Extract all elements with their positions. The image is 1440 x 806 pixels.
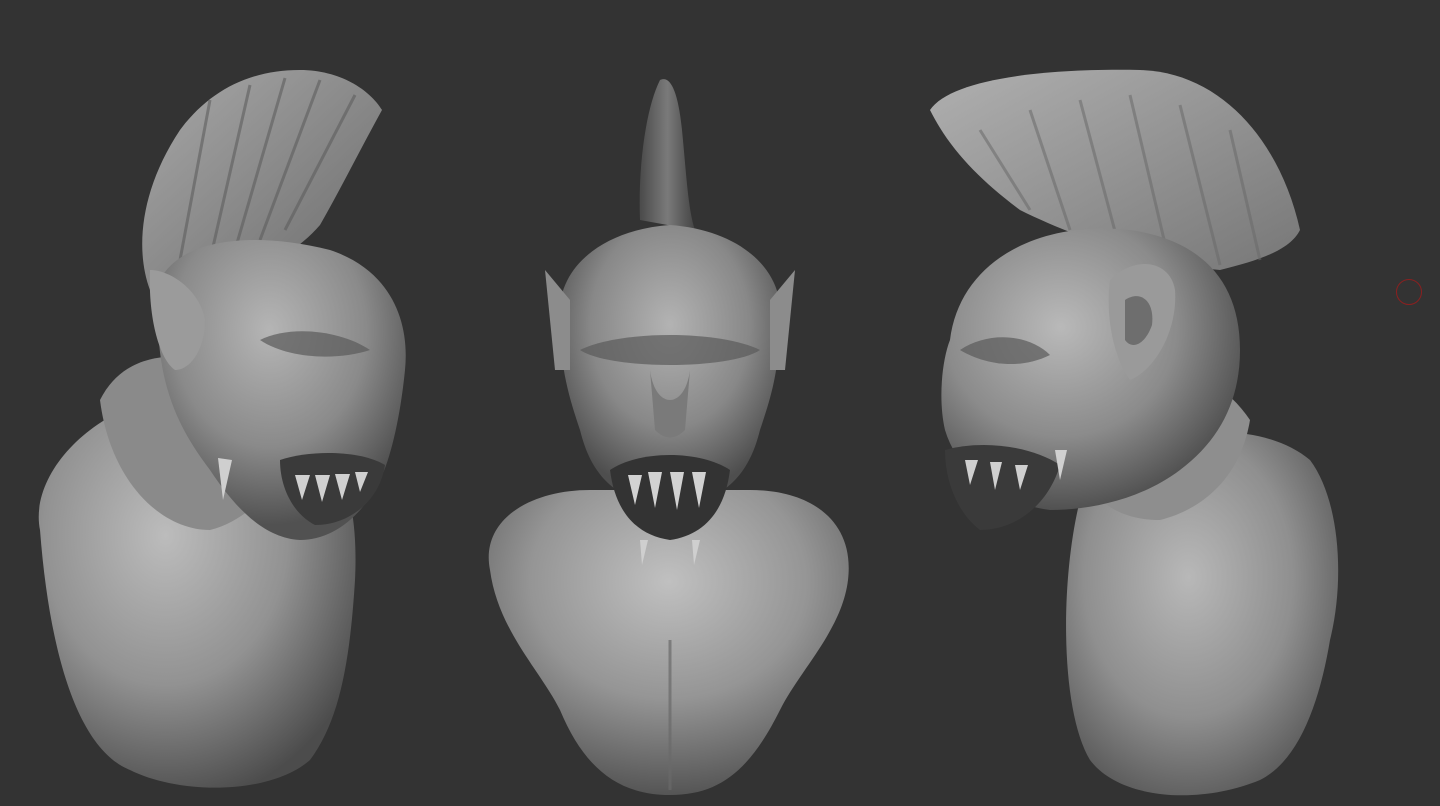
bust-front-view xyxy=(488,79,849,795)
bust-left-view xyxy=(38,70,406,788)
sculpt-viewport[interactable] xyxy=(0,0,1440,806)
bust-right-view xyxy=(930,69,1339,796)
brush-cursor-icon xyxy=(1396,279,1422,305)
